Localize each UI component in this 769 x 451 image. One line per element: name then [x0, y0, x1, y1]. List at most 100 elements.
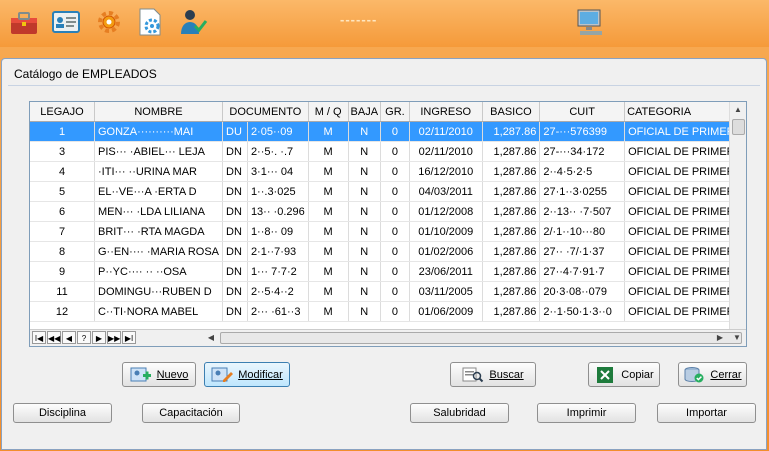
table-row[interactable]: 8 G··EN···· ·MARIA ROSA DN 2·1··7·93 M N 0 01/0… — [30, 241, 746, 262]
cell-gr[interactable]: 0 — [380, 241, 410, 262]
col-header-basico[interactable]: BASICO — [482, 102, 541, 122]
toolbox-icon[interactable] — [8, 6, 40, 38]
vertical-scroll-thumb[interactable] — [732, 119, 745, 135]
cell-legajo[interactable]: 9 — [30, 261, 95, 282]
col-header-mq[interactable]: M / Q — [308, 102, 349, 122]
col-header-documento[interactable]: DOCUMENTO — [222, 102, 309, 122]
col-header-legajo[interactable]: LEGAJO — [30, 102, 95, 122]
computer-icon[interactable] — [574, 6, 606, 38]
salubridad-button[interactable]: Salubridad — [410, 403, 509, 423]
cell-ingreso[interactable]: 23/06/2011 — [409, 261, 483, 282]
table-row[interactable]: 11 DOMINGU···RUBEN D DN 2··5·4··2 M N 0 03/11/2… — [30, 281, 746, 302]
cell-baja[interactable]: N — [348, 121, 382, 142]
capacitacion-button[interactable]: Capacitación — [142, 403, 240, 423]
cell-categoria[interactable]: OFICIAL DE PRIMERA — [624, 121, 746, 142]
modificar-button[interactable]: Modificar — [204, 362, 290, 387]
cell-mq[interactable]: M — [308, 261, 349, 282]
copiar-button[interactable]: Copiar — [588, 362, 660, 387]
cerrar-button[interactable]: Cerrar — [678, 362, 747, 387]
cell-nombre[interactable]: C··TI·NORA MABEL — [94, 301, 223, 322]
cell-ingreso[interactable]: 01/02/2006 — [409, 241, 483, 262]
cell-cuit[interactable]: 2/·1··10···80 — [539, 221, 626, 242]
cell-doc-tipo[interactable]: DU — [222, 121, 248, 142]
cell-mq[interactable]: M — [308, 301, 349, 322]
settings-gear-icon[interactable] — [93, 6, 125, 38]
cell-mq[interactable]: M — [308, 161, 349, 182]
cell-nombre[interactable]: MEN··· ·LDA LILIANA — [94, 201, 223, 222]
cell-baja[interactable]: N — [348, 161, 382, 182]
cell-ingreso[interactable]: 01/06/2009 — [409, 301, 483, 322]
nav-first-button[interactable]: I◀ — [32, 331, 46, 344]
grid-vertical-scrollbar[interactable]: ▲ — [729, 102, 746, 331]
cell-doc-numero[interactable]: 2··5·4··2 — [247, 281, 309, 302]
nav-next-button[interactable]: ▶ — [92, 331, 106, 344]
cell-mq[interactable]: M — [308, 121, 349, 142]
cell-categoria[interactable]: OFICIAL DE PRIMERA — [624, 241, 746, 262]
cell-doc-numero[interactable]: 2·05··09 — [247, 121, 309, 142]
nav-next-page-button[interactable]: ▶▶ — [107, 331, 121, 344]
cell-basico[interactable]: 1,287.86 — [482, 261, 541, 282]
importar-button[interactable]: Importar — [657, 403, 756, 423]
cell-doc-numero[interactable]: 1··· 7·7·2 — [247, 261, 309, 282]
cell-doc-tipo[interactable]: DN — [222, 261, 248, 282]
cell-cuit[interactable]: 27-···34·172 — [539, 141, 626, 162]
scroll-left-icon[interactable]: ◀ — [204, 330, 218, 346]
cell-gr[interactable]: 0 — [380, 221, 410, 242]
col-header-cuit[interactable]: CUIT — [539, 102, 626, 122]
cell-baja[interactable]: N — [348, 181, 382, 202]
cell-basico[interactable]: 1,287.86 — [482, 201, 541, 222]
cell-doc-numero[interactable]: 2·1··7·93 — [247, 241, 309, 262]
table-row[interactable]: 12 C··TI·NORA MABEL DN 2··· ·61··3 M N 0 01/06/… — [30, 301, 746, 322]
table-row[interactable]: 5 EL··VE···A ·ERTA D DN 1··.3·025 M N 0 04/03/2… — [30, 181, 746, 202]
cell-nombre[interactable]: GONZA··········MAI — [94, 121, 223, 142]
cell-doc-numero[interactable]: 1··.3·025 — [247, 181, 309, 202]
col-header-gr[interactable]: GR. — [380, 102, 410, 122]
scroll-right-icon[interactable]: ▶ — [713, 330, 727, 346]
scroll-up-icon[interactable]: ▲ — [730, 102, 746, 118]
cell-basico[interactable]: 1,287.86 — [482, 181, 541, 202]
cell-basico[interactable]: 1,287.86 — [482, 241, 541, 262]
cell-nombre[interactable]: ·ITI··· ··URINA MAR — [94, 161, 223, 182]
cell-basico[interactable]: 1,287.86 — [482, 281, 541, 302]
cell-baja[interactable]: N — [348, 281, 382, 302]
cell-cuit[interactable]: 27·1··3·0255 — [539, 181, 626, 202]
cell-gr[interactable]: 0 — [380, 301, 410, 322]
cell-mq[interactable]: M — [308, 221, 349, 242]
cell-doc-tipo[interactable]: DN — [222, 301, 248, 322]
cell-legajo[interactable]: 11 — [30, 281, 95, 302]
cell-doc-numero[interactable]: 3·1··· 04 — [247, 161, 309, 182]
cell-doc-numero[interactable]: 2··· ·61··3 — [247, 301, 309, 322]
cell-ingreso[interactable]: 03/11/2005 — [409, 281, 483, 302]
cell-categoria[interactable]: OFICIAL DE PRIMERA — [624, 281, 746, 302]
cell-basico[interactable]: 1,287.86 — [482, 121, 541, 142]
cell-mq[interactable]: M — [308, 201, 349, 222]
buscar-button[interactable]: Buscar — [450, 362, 536, 387]
cell-legajo[interactable]: 12 — [30, 301, 95, 322]
cell-gr[interactable]: 0 — [380, 141, 410, 162]
cell-mq[interactable]: M — [308, 281, 349, 302]
cell-doc-numero[interactable]: 2··5·. ·.7 — [247, 141, 309, 162]
cell-nombre[interactable]: P··YC···· ·· ··OSA — [94, 261, 223, 282]
cell-mq[interactable]: M — [308, 181, 349, 202]
table-row[interactable]: 7 BRIT··· ·RTA MAGDA DN 1··8·· 09 M N 0 01/10/2… — [30, 221, 746, 242]
cell-cuit[interactable]: 2··1·50·1·3··0 — [539, 301, 626, 322]
cell-gr[interactable]: 0 — [380, 261, 410, 282]
cell-baja[interactable]: N — [348, 301, 382, 322]
cell-legajo[interactable]: 6 — [30, 201, 95, 222]
table-row[interactable]: 3 PIS··· ·ABIEL··· LEJA DN 2··5·. ·.7 M N 0 02/… — [30, 141, 746, 162]
col-header-ingreso[interactable]: INGRESO — [409, 102, 483, 122]
cell-categoria[interactable]: OFICIAL DE PRIMERA — [624, 221, 746, 242]
cell-mq[interactable]: M — [308, 141, 349, 162]
cell-cuit[interactable]: 2··13·· ·7·507 — [539, 201, 626, 222]
horizontal-scroll-thumb[interactable] — [220, 332, 742, 344]
col-header-baja[interactable]: BAJA — [348, 102, 382, 122]
cell-legajo[interactable]: 7 — [30, 221, 95, 242]
cell-basico[interactable]: 1,287.86 — [482, 141, 541, 162]
nuevo-button[interactable]: Nuevo — [122, 362, 196, 387]
nav-prev-button[interactable]: ◀ — [62, 331, 76, 344]
cell-categoria[interactable]: OFICIAL DE PRIMERA — [624, 261, 746, 282]
cell-doc-tipo[interactable]: DN — [222, 141, 248, 162]
imprimir-button[interactable]: Imprimir — [537, 403, 636, 423]
cell-ingreso[interactable]: 02/11/2010 — [409, 121, 483, 142]
col-header-nombre[interactable]: NOMBRE — [94, 102, 223, 122]
